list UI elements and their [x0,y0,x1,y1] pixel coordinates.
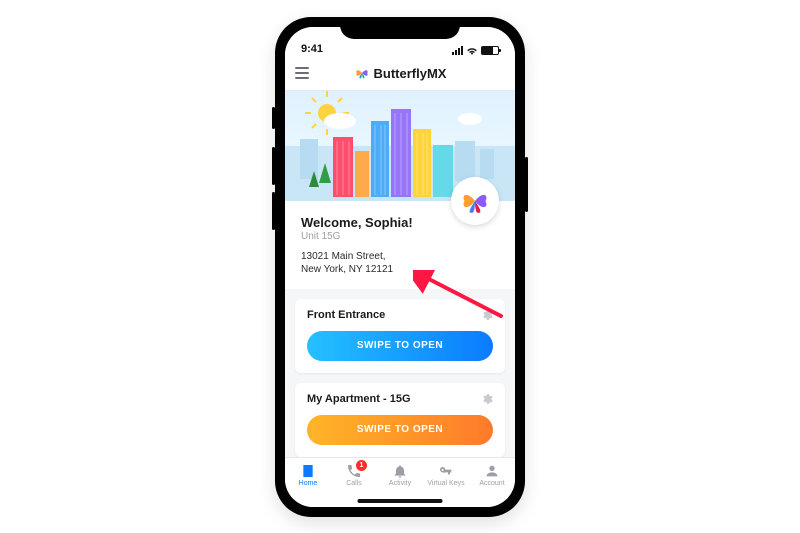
side-button-vol-up [272,147,275,185]
side-button-silent [272,107,275,129]
content[interactable]: Front Entrance SWIPE TO OPEN My Apartmen… [285,289,515,457]
butterfly-logo-icon [354,65,370,81]
wifi-icon [466,46,478,55]
tab-account[interactable]: Account [469,458,515,487]
swipe-to-open-button[interactable]: SWIPE TO OPEN [307,415,493,445]
door-settings-button[interactable] [481,393,493,405]
butterfly-avatar-icon [461,187,489,215]
menu-button[interactable] [295,67,309,79]
screen: 9:41 [285,27,515,507]
swipe-to-open-button[interactable]: SWIPE TO OPEN [307,331,493,361]
tab-calls[interactable]: 1 Calls [331,458,377,487]
bell-icon [392,463,408,479]
brand: ButterflyMX [354,65,447,81]
door-settings-button[interactable] [481,309,493,321]
tab-home[interactable]: Home [285,458,331,487]
brand-name: ButterflyMX [374,66,447,81]
account-icon [484,463,500,479]
building-icon [300,463,316,479]
door-title: Front Entrance [307,309,385,321]
gear-icon [481,309,493,321]
swipe-label: SWIPE TO OPEN [357,424,443,435]
tab-label: Account [479,480,504,487]
address-line-1: 13021 Main Street, [301,251,386,262]
key-icon [438,463,454,479]
calls-badge: 1 [356,460,367,471]
door-card-front-entrance: Front Entrance SWIPE TO OPEN [295,299,505,373]
cellular-icon [452,46,463,55]
home-indicator[interactable] [358,499,443,503]
gear-icon [481,393,493,405]
side-button-vol-down [272,192,275,230]
tab-label: Calls [346,480,362,487]
welcome-address: 13021 Main Street, New York, NY 12121 [301,250,499,277]
door-title: My Apartment - 15G [307,393,411,405]
battery-icon [481,46,499,55]
tab-label: Virtual Keys [427,480,464,487]
notch [340,17,460,39]
swipe-label: SWIPE TO OPEN [357,340,443,351]
welcome-unit: Unit 15G [301,231,499,242]
avatar[interactable] [451,177,499,225]
tab-virtual-keys[interactable]: Virtual Keys [423,458,469,487]
phone-frame: 9:41 [275,17,525,517]
tab-activity[interactable]: Activity [377,458,423,487]
address-line-2: New York, NY 12121 [301,264,393,275]
door-card-my-apartment: My Apartment - 15G SWIPE TO OPEN [295,383,505,457]
side-button-power [525,157,528,212]
hero-banner [285,91,515,201]
tab-label: Home [299,480,318,487]
app-header: ButterflyMX [285,57,515,91]
status-time: 9:41 [301,43,323,55]
tab-label: Activity [389,480,411,487]
